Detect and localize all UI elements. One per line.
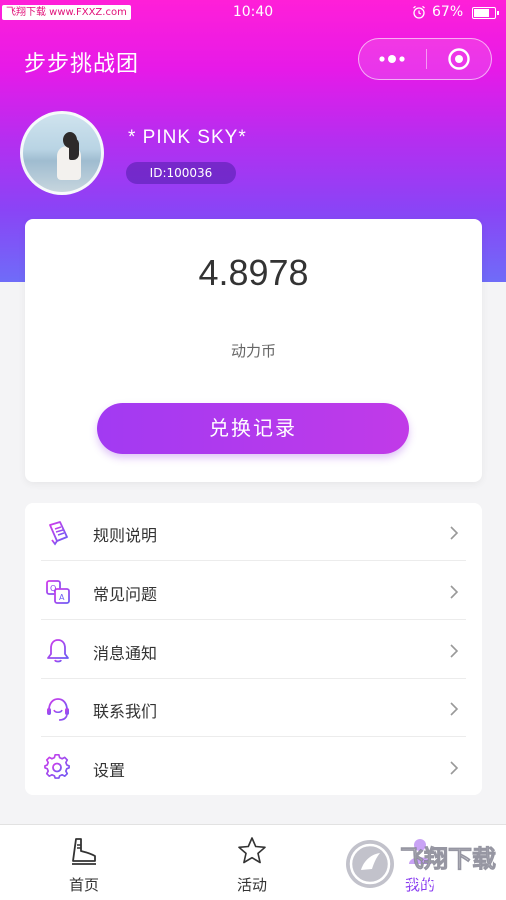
svg-text:A: A — [59, 593, 65, 602]
chevron-right-icon — [450, 585, 459, 599]
chevron-right-icon — [450, 526, 459, 540]
battery-percent: 67% — [432, 4, 464, 20]
battery-icon — [472, 7, 499, 19]
menu-item-settings[interactable]: 设置 — [25, 738, 482, 796]
watermark-text: 飞翔下载 — [400, 845, 496, 873]
tab-home[interactable]: 首页 — [0, 825, 168, 900]
status-bar: 飞翔下载 www.FXXZ.com 10:40 67% — [0, 0, 506, 26]
tab-label: 首页 — [68, 876, 99, 894]
menu-item-label: 常见问题 — [93, 585, 158, 604]
alarm-icon — [413, 5, 425, 19]
page-title: 步步挑战团 — [24, 52, 140, 77]
chevron-right-icon — [450, 644, 459, 658]
menu-item-label: 联系我们 — [93, 702, 158, 721]
menu-item-rules[interactable]: 规则说明 — [25, 503, 482, 561]
menu-item-contact[interactable]: 联系我们 — [25, 679, 482, 737]
menu-item-notifications[interactable]: 消息通知 — [25, 621, 482, 679]
username: * PINK SKY* — [128, 127, 247, 148]
user-id-badge: ID:100036 — [126, 162, 236, 184]
tab-label: 活动 — [236, 876, 267, 894]
bell-icon — [47, 639, 69, 663]
status-time: 10:40 — [232, 4, 274, 20]
close-button[interactable] — [427, 39, 491, 79]
shoe-icon — [72, 838, 96, 865]
balance-card: 4.8978 动力币 兑换记录 — [25, 219, 482, 482]
chevron-right-icon — [450, 761, 459, 775]
faq-icon: Q A — [46, 580, 70, 604]
svg-text:Q: Q — [50, 584, 56, 593]
menu-item-faq[interactable]: Q A 常见问题 — [25, 562, 482, 620]
close-target-icon — [448, 48, 470, 70]
rules-icon — [49, 521, 68, 546]
redeem-records-button[interactable]: 兑换记录 — [97, 403, 409, 454]
menu-item-label: 设置 — [93, 761, 126, 780]
support-icon — [47, 698, 69, 721]
watermark-url: www.FXXZ.com — [408, 876, 493, 889]
more-button[interactable] — [359, 39, 425, 79]
tab-activity[interactable]: 活动 — [168, 825, 336, 900]
menu-item-label: 消息通知 — [93, 644, 158, 663]
miniprogram-capsule — [358, 38, 492, 80]
balance-unit: 动力币 — [230, 342, 276, 360]
avatar[interactable] — [20, 111, 104, 195]
gear-icon — [44, 754, 70, 779]
title-bar: 步步挑战团 — [0, 26, 506, 92]
more-dots-icon — [379, 55, 405, 63]
star-icon — [238, 837, 266, 864]
chevron-right-icon — [450, 702, 459, 716]
menu-item-label: 规则说明 — [93, 526, 158, 545]
menu-card: 规则说明 Q A 常见问题 消息通知 联系我们 设置 — [25, 503, 482, 795]
balance-amount: 4.8978 — [198, 252, 309, 293]
watermark-logo: 飞翔下载 www.FXXZ.com — [346, 840, 496, 889]
